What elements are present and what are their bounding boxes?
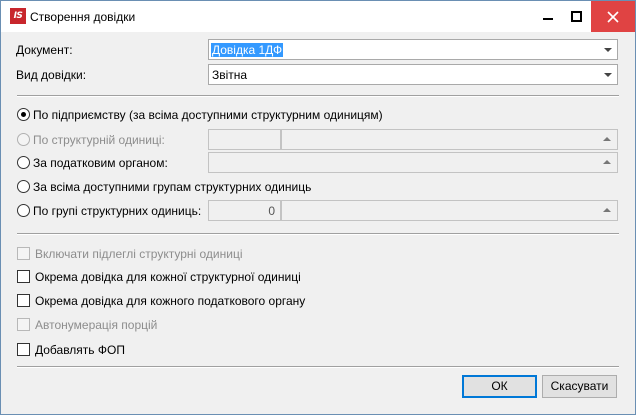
kind-value: Звітна xyxy=(212,68,248,82)
checkbox-include-subordinate-label[interactable]: Включати підлеглі структурні одиниці xyxy=(35,247,242,261)
checkbox-separate-per-tax-authority[interactable] xyxy=(17,294,30,307)
chevron-down-icon[interactable] xyxy=(604,73,612,77)
minimize-button[interactable] xyxy=(535,1,561,32)
window-title: Створення довідки xyxy=(30,10,136,24)
chevron-up-icon[interactable] xyxy=(603,160,611,164)
checkbox-include-subordinate[interactable] xyxy=(17,247,30,260)
group-number-field[interactable]: 0 xyxy=(208,200,281,221)
radio-by-enterprise[interactable] xyxy=(17,108,30,121)
checkbox-separate-per-unit[interactable] xyxy=(17,270,30,283)
separator xyxy=(17,366,619,368)
radio-by-enterprise-label[interactable]: По підприємству (за всіма доступними стр… xyxy=(33,108,383,122)
radio-by-group-label[interactable]: По групі структурних одиниць: xyxy=(33,204,201,218)
checkbox-separate-per-tax-authority-label[interactable]: Окрема довідка для кожного податкового о… xyxy=(35,294,305,308)
checkbox-separate-per-unit-label[interactable]: Окрема довідка для кожної структурної од… xyxy=(35,270,301,284)
tax-authority-field[interactable] xyxy=(208,152,618,173)
group-name-field[interactable] xyxy=(281,200,618,221)
dialog-window: IS Створення довідки Документ: Довідка 1… xyxy=(0,0,636,415)
chevron-up-icon[interactable] xyxy=(603,208,611,212)
checkbox-auto-numbering-label[interactable]: Автонумерація порцій xyxy=(35,318,157,332)
checkbox-add-fop[interactable] xyxy=(17,343,30,356)
radio-by-structural-unit-label[interactable]: По структурній одиниці: xyxy=(33,133,165,147)
kind-label: Вид довідки: xyxy=(16,68,87,82)
radio-by-tax-authority-label[interactable]: За податковим органом: xyxy=(33,156,168,170)
minimize-icon xyxy=(543,17,553,20)
kind-combobox[interactable]: Звітна xyxy=(208,64,618,85)
close-icon xyxy=(607,10,619,23)
radio-all-groups[interactable] xyxy=(17,180,30,193)
document-label: Документ: xyxy=(16,43,73,57)
radio-by-tax-authority[interactable] xyxy=(17,156,30,169)
cancel-button[interactable]: Скасувати xyxy=(542,375,617,398)
title-bar[interactable]: IS Створення довідки xyxy=(1,1,635,32)
app-logo-icon: IS xyxy=(10,8,26,24)
structural-unit-name-field[interactable] xyxy=(281,129,618,150)
radio-all-groups-label[interactable]: За всіма доступними групам структурних о… xyxy=(33,180,311,194)
structural-unit-code-field[interactable] xyxy=(208,129,281,150)
maximize-button[interactable] xyxy=(563,1,589,32)
radio-by-group[interactable] xyxy=(17,204,30,217)
radio-by-structural-unit[interactable] xyxy=(17,133,30,146)
checkbox-add-fop-label[interactable]: Добавлять ФОП xyxy=(35,343,125,357)
separator xyxy=(17,95,619,97)
chevron-down-icon[interactable] xyxy=(604,48,612,52)
maximize-icon xyxy=(570,11,582,22)
ok-button[interactable]: ОК xyxy=(462,375,537,398)
document-combobox[interactable]: Довідка 1ДФ xyxy=(208,39,618,60)
checkbox-auto-numbering[interactable] xyxy=(17,318,30,331)
document-value: Довідка 1ДФ xyxy=(211,43,284,57)
close-button[interactable] xyxy=(591,1,635,32)
chevron-up-icon[interactable] xyxy=(603,137,611,141)
dialog-content: Документ: Довідка 1ДФ Вид довідки: Звітн… xyxy=(1,32,635,414)
group-number-value: 0 xyxy=(268,204,275,218)
separator xyxy=(17,233,619,235)
